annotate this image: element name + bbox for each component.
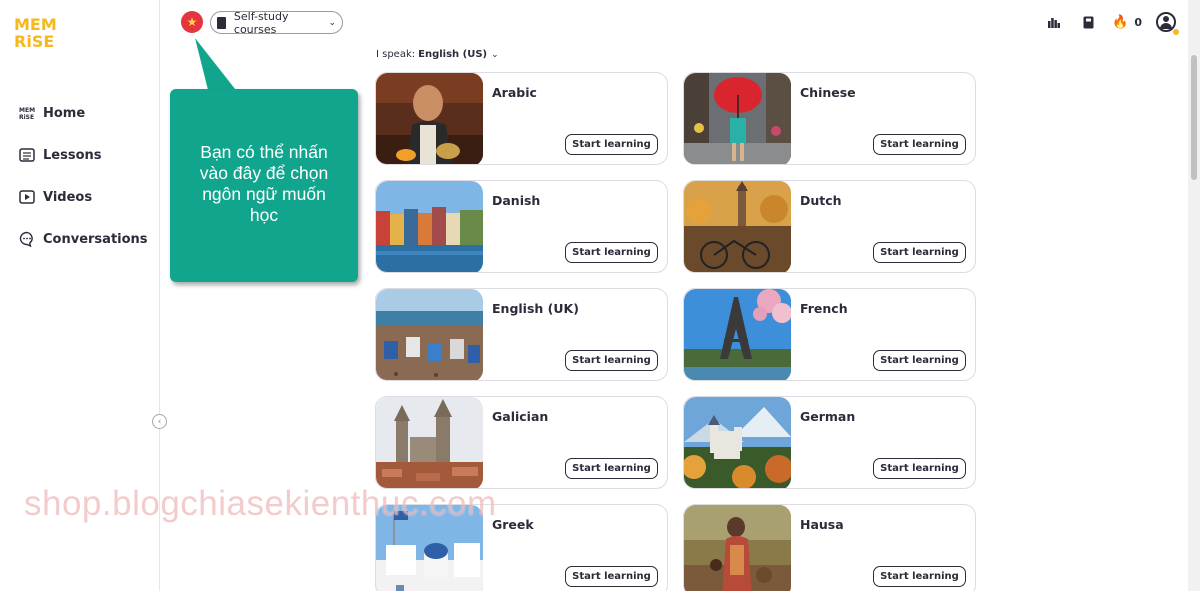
streak-counter[interactable]: 🔥 0 [1112, 15, 1142, 30]
course-image [684, 181, 791, 272]
leaderboard-icon[interactable] [1044, 12, 1064, 32]
start-learning-button[interactable]: Start learning [873, 242, 966, 263]
sidebar-item-label: Conversations [43, 231, 148, 247]
lessons-icon [19, 147, 35, 163]
start-learning-button[interactable]: Start learning [873, 458, 966, 479]
streak-count: 0 [1134, 15, 1142, 29]
course-image [376, 397, 483, 488]
sidebar-item-videos[interactable]: Videos [19, 176, 148, 218]
sidebar-item-lessons[interactable]: Lessons [19, 134, 148, 176]
course-image [684, 397, 791, 488]
course-image [376, 181, 483, 272]
callout-pointer [195, 38, 239, 94]
chevron-down-icon: ⌄ [491, 49, 499, 60]
video-icon [19, 189, 35, 205]
course-name: French [800, 301, 848, 316]
course-card-hausa[interactable]: Hausa Start learning [683, 504, 976, 591]
course-name: Greek [492, 517, 534, 532]
course-image [684, 505, 791, 591]
start-learning-button[interactable]: Start learning [873, 134, 966, 155]
course-name: Danish [492, 193, 541, 208]
flame-icon: 🔥 [1112, 14, 1129, 30]
speak-value: English (US) [418, 49, 488, 60]
sidebar-item-label: Lessons [43, 147, 102, 163]
chat-icon [19, 231, 35, 247]
course-type-select[interactable]: Self-study courses ⌄ [210, 9, 343, 36]
course-card-english-uk[interactable]: English (UK) Start learning [375, 288, 668, 381]
start-learning-button[interactable]: Start learning [873, 566, 966, 587]
sidebar-nav: MEM RiSE Home Lessons Videos Conversation… [19, 92, 148, 260]
course-name: Dutch [800, 193, 842, 208]
book-icon [217, 16, 226, 29]
source-language-select[interactable]: I speak: English (US) ⌄ [376, 49, 499, 60]
course-card-greek[interactable]: Greek Start learning [375, 504, 668, 591]
memrise-logo[interactable]: MEM RiSE [14, 16, 58, 50]
course-card-french[interactable]: French Start learning [683, 288, 976, 381]
sidebar-item-label: Videos [43, 189, 93, 205]
course-grid: Arabic Start learning Chinese Start lear… [375, 72, 976, 591]
course-card-danish[interactable]: Danish Start learning [375, 180, 668, 273]
logo-line-1: MEM [14, 15, 57, 34]
course-name: Galician [492, 409, 549, 424]
svg-text:MEM: MEM [19, 107, 35, 114]
course-select-label: Self-study courses [233, 9, 289, 36]
language-flag-button[interactable]: ★ [181, 11, 203, 33]
course-name: English (UK) [492, 301, 579, 316]
tutorial-callout: Bạn có thể nhấn vào đây để chọn ngôn ngữ… [170, 89, 358, 282]
chevron-down-icon: ⌄ [328, 17, 336, 28]
dictionary-icon[interactable] [1078, 12, 1098, 32]
logo-line-2: RiSE [14, 32, 55, 51]
svg-text:RiSE: RiSE [19, 114, 34, 120]
course-image [376, 505, 483, 591]
course-card-dutch[interactable]: Dutch Start learning [683, 180, 976, 273]
course-card-chinese[interactable]: Chinese Start learning [683, 72, 976, 165]
start-learning-button[interactable]: Start learning [565, 134, 658, 155]
course-name: Hausa [800, 517, 844, 532]
profile-avatar-icon[interactable] [1156, 12, 1179, 35]
course-image [376, 289, 483, 380]
sidebar-item-conversations[interactable]: Conversations [19, 218, 148, 260]
course-name: Chinese [800, 85, 856, 100]
course-name: German [800, 409, 856, 424]
course-name: Arabic [492, 85, 537, 100]
course-card-arabic[interactable]: Arabic Start learning [375, 72, 668, 165]
start-learning-button[interactable]: Start learning [873, 350, 966, 371]
start-learning-button[interactable]: Start learning [565, 458, 658, 479]
sidebar: MEM RiSE MEM RiSE Home Lessons Videos Con [0, 0, 167, 591]
course-image [376, 73, 483, 164]
collapse-sidebar-button[interactable]: ‹ [152, 414, 167, 429]
course-image [684, 73, 791, 164]
notification-dot [1173, 29, 1179, 35]
start-learning-button[interactable]: Start learning [565, 350, 658, 371]
course-card-galician[interactable]: Galician Start learning [375, 396, 668, 489]
memrise-logo-icon: MEM RiSE [19, 105, 35, 121]
start-learning-button[interactable]: Start learning [565, 242, 658, 263]
page-scrollbar[interactable] [1188, 0, 1200, 591]
scrollbar-thumb[interactable] [1191, 55, 1197, 180]
vietnam-flag-icon: ★ [186, 15, 198, 29]
chevron-left-icon: ‹ [157, 416, 162, 427]
sidebar-item-label: Home [43, 105, 86, 121]
course-card-german[interactable]: German Start learning [683, 396, 976, 489]
course-image [684, 289, 791, 380]
start-learning-button[interactable]: Start learning [565, 566, 658, 587]
speak-label: I speak: [376, 49, 416, 60]
top-right-toolbar: 🔥 0 [1030, 12, 1179, 35]
sidebar-item-home[interactable]: MEM RiSE Home [19, 92, 148, 134]
